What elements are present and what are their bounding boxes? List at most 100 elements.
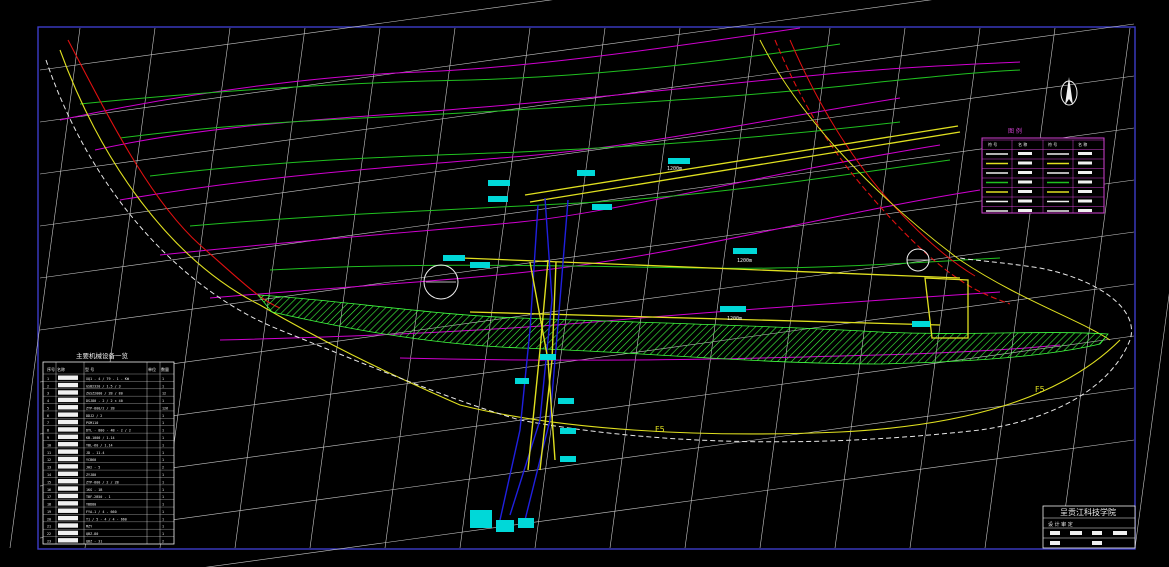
equipment-name-placeholder	[58, 456, 78, 462]
roadway-top	[524, 125, 959, 196]
equipment-table: 主要机械设备一览 序号 名称 型 号 单位 数量 1 XQ1 - 4 / 79 - 1 -…	[42, 351, 175, 545]
length-label-2: 1200m	[727, 316, 742, 322]
equipment-table-title: 主要机械设备一览	[76, 351, 129, 360]
legend-name-placeholder	[1018, 190, 1032, 193]
equipment-table-cell: DDJ2 / 2	[86, 414, 102, 418]
equipment-table-cell: 17	[47, 495, 51, 499]
tag-8	[912, 321, 930, 327]
roadway-top-2	[529, 131, 961, 203]
length-label-1: 1200m	[737, 258, 752, 264]
legend-name-placeholder	[1078, 209, 1092, 212]
equipment-table-cell: 9	[47, 436, 49, 440]
equipment-table-cell: 1	[162, 510, 164, 514]
equipment-table-cell: 3	[47, 392, 49, 396]
equipment-name-placeholder	[58, 405, 78, 410]
fault-label-f5-a: F5	[655, 425, 665, 434]
tag-10	[470, 262, 490, 268]
equipment-name-placeholder	[58, 538, 78, 543]
contour-lines	[59, 27, 1061, 361]
equipment-name-placeholder	[58, 382, 78, 388]
equipment-table-cell: 15	[47, 480, 51, 484]
equipment-table-cell: ZYJ80	[86, 473, 96, 477]
equipment-table-cell: 23	[47, 540, 51, 544]
equipment-name-placeholder	[58, 471, 78, 476]
tag-1	[488, 180, 510, 186]
equipment-table-cell: 20	[47, 517, 51, 521]
equipment-name-placeholder	[58, 412, 78, 417]
legend-name-placeholder	[1018, 161, 1032, 165]
roadway-right-box	[924, 277, 969, 339]
fault-label-f5-b: F5	[1035, 385, 1045, 394]
fault-line-red-2	[774, 39, 1011, 305]
equipment-table-cell: 1	[162, 458, 164, 462]
legend-name-placeholder	[1018, 180, 1032, 184]
legend-name-placeholder	[1018, 209, 1032, 212]
legend-header-symbol-1: 符 号	[988, 141, 997, 147]
contour-magenta-1	[59, 27, 801, 121]
equipment-table-cell: 1	[162, 384, 164, 388]
equipment-table-cell: 1	[162, 473, 164, 477]
equipment-table-cell: 2	[47, 384, 49, 388]
title-block-fill-2	[1070, 531, 1082, 535]
tag-7	[720, 306, 746, 312]
equipment-table-cell: YBD80	[86, 503, 96, 507]
equipment-table-cell: GSB2320 / 1.5 / 3	[86, 384, 121, 388]
grid-line-v	[984, 27, 1056, 549]
equipment-table-cell: ZGSZ2000 / 2B / 80	[86, 392, 123, 396]
equipment-table-cell: 11	[47, 451, 51, 455]
equipment-table-cell: QBZ - 31	[86, 540, 102, 544]
equipment-table-cell: 5	[47, 406, 49, 410]
title-block: 呈贡江科技学院 设 计 审 定	[1042, 505, 1136, 549]
hatched-seam-band	[257, 294, 1109, 365]
tag-18	[518, 518, 534, 528]
equipment-name-placeholder	[58, 390, 78, 395]
equipment-table-cell: 7	[47, 421, 49, 425]
legend-title: 图 例	[1008, 127, 1022, 135]
grid-line-v	[1059, 27, 1131, 549]
grid-line-h	[39, 23, 1135, 175]
equipment-table-cell: DTL - 800 - 4B - 2 / 2	[86, 429, 131, 433]
tag-3	[577, 170, 595, 176]
legend-name-placeholder	[1018, 152, 1032, 155]
equipment-table-header: 序号	[47, 366, 55, 372]
contour-magenta-4	[159, 144, 941, 256]
equipment-table-cell: 1	[162, 421, 164, 425]
equipment-name-placeholder	[58, 501, 78, 506]
grid-line-v	[384, 27, 456, 549]
equipment-name-placeholder	[58, 427, 78, 432]
equipment-table-cell: 1	[47, 377, 49, 381]
grid-line-h	[39, 75, 1135, 227]
shaft-blue-3	[499, 204, 539, 521]
grid-line-v	[834, 27, 906, 549]
equipment-table-cell: TBF-2B50 - 1	[86, 495, 111, 499]
legend-name-placeholder	[1078, 161, 1092, 165]
equipment-table-cell: 22	[47, 532, 51, 536]
equipment-table-cell: YBL-60 / 1.14	[86, 443, 113, 447]
grid-line-v	[234, 27, 306, 549]
legend: 图 例 符 号 名 称 符 号 名 称	[981, 127, 1105, 214]
tag-13	[558, 398, 574, 404]
equipment-table-cell: PGM110	[86, 421, 98, 425]
equipment-table-header: 单位	[148, 366, 156, 372]
legend-header-name-1: 名 称	[1018, 141, 1027, 147]
equipment-table-cell: 1	[162, 377, 164, 381]
equipment-name-placeholder	[58, 486, 78, 491]
equipment-table-cell: 1	[162, 480, 164, 484]
equipment-table-cell: 1	[162, 451, 164, 455]
tag-4	[592, 204, 612, 210]
grid-line-v	[909, 27, 981, 549]
title-block-fill-5	[1050, 541, 1060, 545]
equipment-table-cell: YCB60	[86, 458, 96, 462]
legend-name-placeholder	[1018, 171, 1032, 174]
equipment-table-cell: ZTP-800 / 2 / 2B	[86, 480, 119, 484]
equipment-table-cell: 16	[47, 488, 51, 492]
title-block-fill-1	[1050, 531, 1060, 535]
equipment-table-cell: 1	[162, 495, 164, 499]
title-block-fill-6	[1092, 541, 1102, 545]
equipment-name-placeholder	[58, 464, 78, 469]
equipment-table-cell: JD - 11.4	[86, 451, 104, 455]
equipment-table-cell: 18	[47, 503, 51, 507]
equipment-table-cell: 8	[47, 429, 49, 433]
legend-name-placeholder	[1078, 180, 1092, 184]
length-label-3: 1200m	[667, 166, 682, 172]
